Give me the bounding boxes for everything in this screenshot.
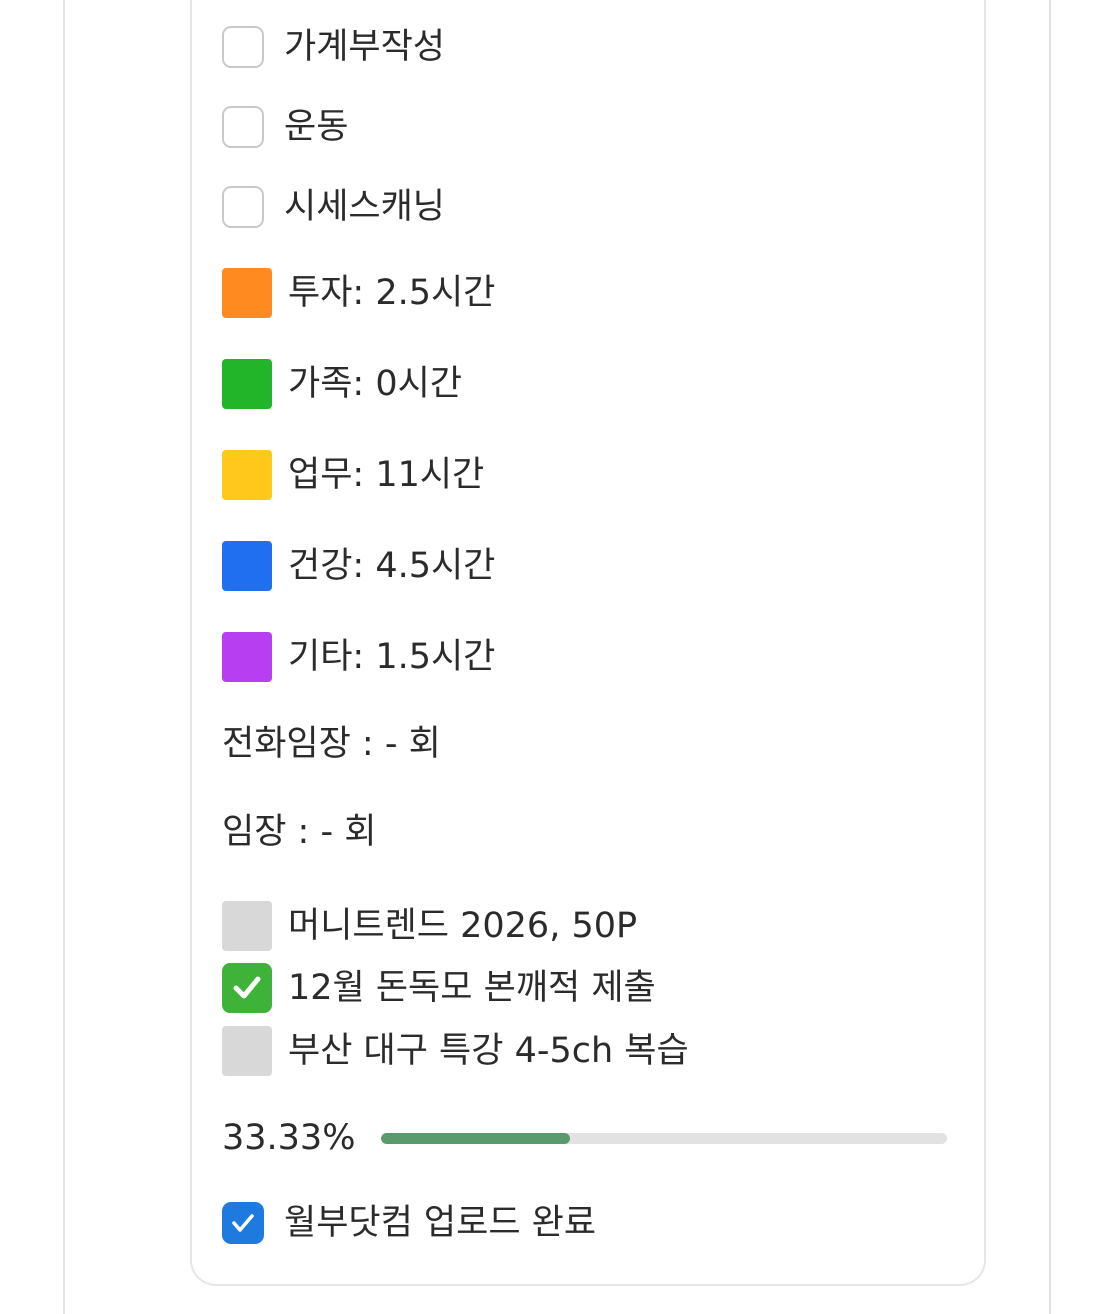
time-log-label: 투자: 2.5시간 bbox=[288, 272, 496, 313]
checklist-label: 시세스캐닝 bbox=[284, 186, 446, 227]
gray-square-icon bbox=[222, 901, 272, 951]
phone-visit-text: 전화임장 : - 회 bbox=[222, 724, 441, 764]
task-item[interactable]: 부산 대구 특강 4-5ch 복습 bbox=[222, 1026, 689, 1076]
progress-bar bbox=[381, 1132, 948, 1144]
visit-count: 임장 : - 회 bbox=[222, 815, 376, 850]
page-border-left bbox=[63, 0, 65, 1314]
checkbox[interactable] bbox=[222, 26, 264, 68]
check-icon bbox=[232, 1214, 254, 1232]
check-mark-button-icon bbox=[222, 963, 272, 1013]
checklist-label: 운동 bbox=[284, 106, 349, 147]
checklist-item-budget[interactable]: 가계부작성 bbox=[222, 26, 445, 68]
checkbox[interactable] bbox=[222, 186, 264, 228]
time-log-etc: 기타: 1.5시간 bbox=[222, 632, 495, 682]
blue-square-icon bbox=[222, 541, 272, 591]
progress-percent: 33.33% bbox=[222, 1118, 356, 1158]
time-log-work: 업무: 11시간 bbox=[222, 450, 484, 500]
upload-complete-item[interactable]: 월부닷컴 업로드 완료 bbox=[222, 1202, 596, 1244]
green-square-icon bbox=[222, 359, 272, 409]
yellow-square-icon bbox=[222, 450, 272, 500]
orange-square-icon bbox=[222, 268, 272, 318]
phone-visit-count: 전화임장 : - 회 bbox=[222, 727, 441, 762]
page: 가계부작성 운동 시세스캐닝 투자: 2.5시간 가족: 0시간 업무: 11시… bbox=[0, 0, 1120, 1314]
task-label: 12월 돈독모 본깨적 제출 bbox=[288, 967, 656, 1008]
time-log-health: 건강: 4.5시간 bbox=[222, 541, 495, 591]
gray-square-icon bbox=[222, 1026, 272, 1076]
progress-fill bbox=[381, 1132, 571, 1144]
checklist-item-exercise[interactable]: 운동 bbox=[222, 106, 348, 148]
page-border-right bbox=[1049, 0, 1051, 1314]
time-log-label: 기타: 1.5시간 bbox=[288, 636, 496, 677]
time-log-label: 건강: 4.5시간 bbox=[288, 545, 496, 586]
task-label: 부산 대구 특강 4-5ch 복습 bbox=[288, 1030, 689, 1071]
time-log-family: 가족: 0시간 bbox=[222, 359, 462, 409]
task-item[interactable]: 12월 돈독모 본깨적 제출 bbox=[222, 963, 656, 1013]
checklist-item-price-scanning[interactable]: 시세스캐닝 bbox=[222, 186, 445, 228]
progress-row: 33.33% bbox=[222, 1118, 948, 1158]
checklist-label: 가계부작성 bbox=[284, 26, 446, 67]
purple-square-icon bbox=[222, 632, 272, 682]
time-log-label: 가족: 0시간 bbox=[288, 363, 462, 404]
checkbox[interactable] bbox=[222, 1202, 264, 1244]
time-log-investment: 투자: 2.5시간 bbox=[222, 268, 495, 318]
checkbox[interactable] bbox=[222, 106, 264, 148]
visit-text: 임장 : - 회 bbox=[222, 812, 377, 852]
time-log-label: 업무: 11시간 bbox=[288, 454, 485, 495]
task-label: 머니트렌드 2026, 50P bbox=[288, 905, 638, 946]
upload-complete-label: 월부닷컴 업로드 완료 bbox=[284, 1202, 597, 1243]
task-item[interactable]: 머니트렌드 2026, 50P bbox=[222, 901, 637, 951]
